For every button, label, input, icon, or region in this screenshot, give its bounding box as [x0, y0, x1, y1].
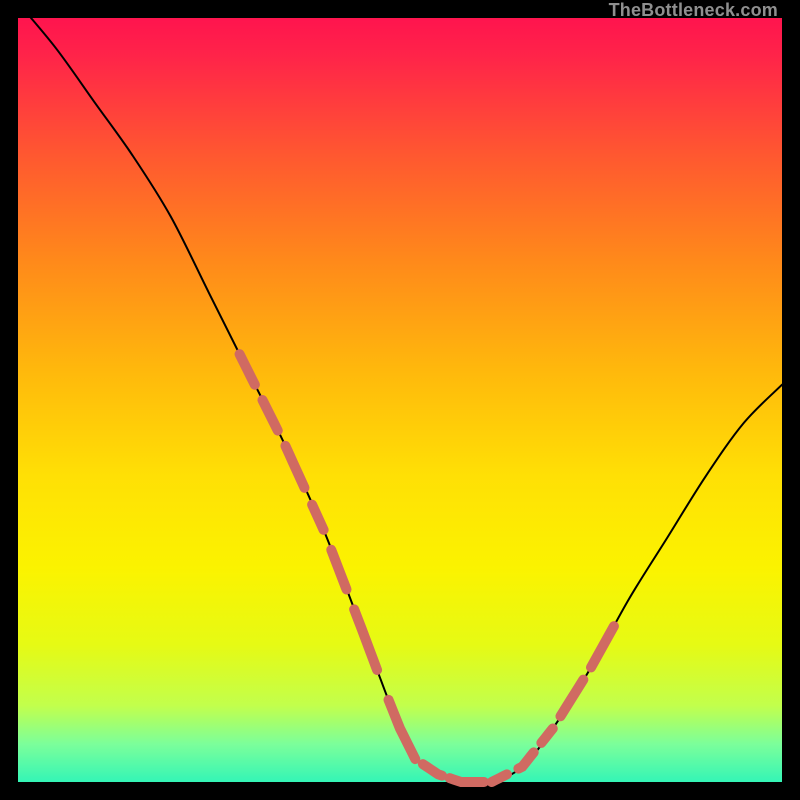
highlight-dash — [423, 764, 442, 775]
highlight-dash — [240, 354, 255, 385]
highlight-dash — [331, 550, 346, 590]
highlight-dash — [541, 729, 552, 743]
highlight-dash — [262, 400, 277, 431]
highlight-dash — [560, 680, 583, 717]
highlight-dashes — [240, 354, 614, 782]
highlight-dash — [312, 505, 323, 530]
watermark-text: TheBottleneck.com — [609, 0, 778, 21]
highlight-dash — [354, 609, 377, 670]
curve-svg — [18, 18, 782, 782]
chart-plot-area — [18, 18, 782, 782]
highlight-dash — [389, 700, 416, 759]
highlight-dash — [518, 752, 533, 768]
bottleneck-curve — [18, 3, 782, 784]
highlight-dash — [450, 778, 484, 782]
highlight-dash — [591, 626, 614, 667]
highlight-dash — [492, 774, 507, 782]
highlight-dash — [285, 446, 304, 488]
